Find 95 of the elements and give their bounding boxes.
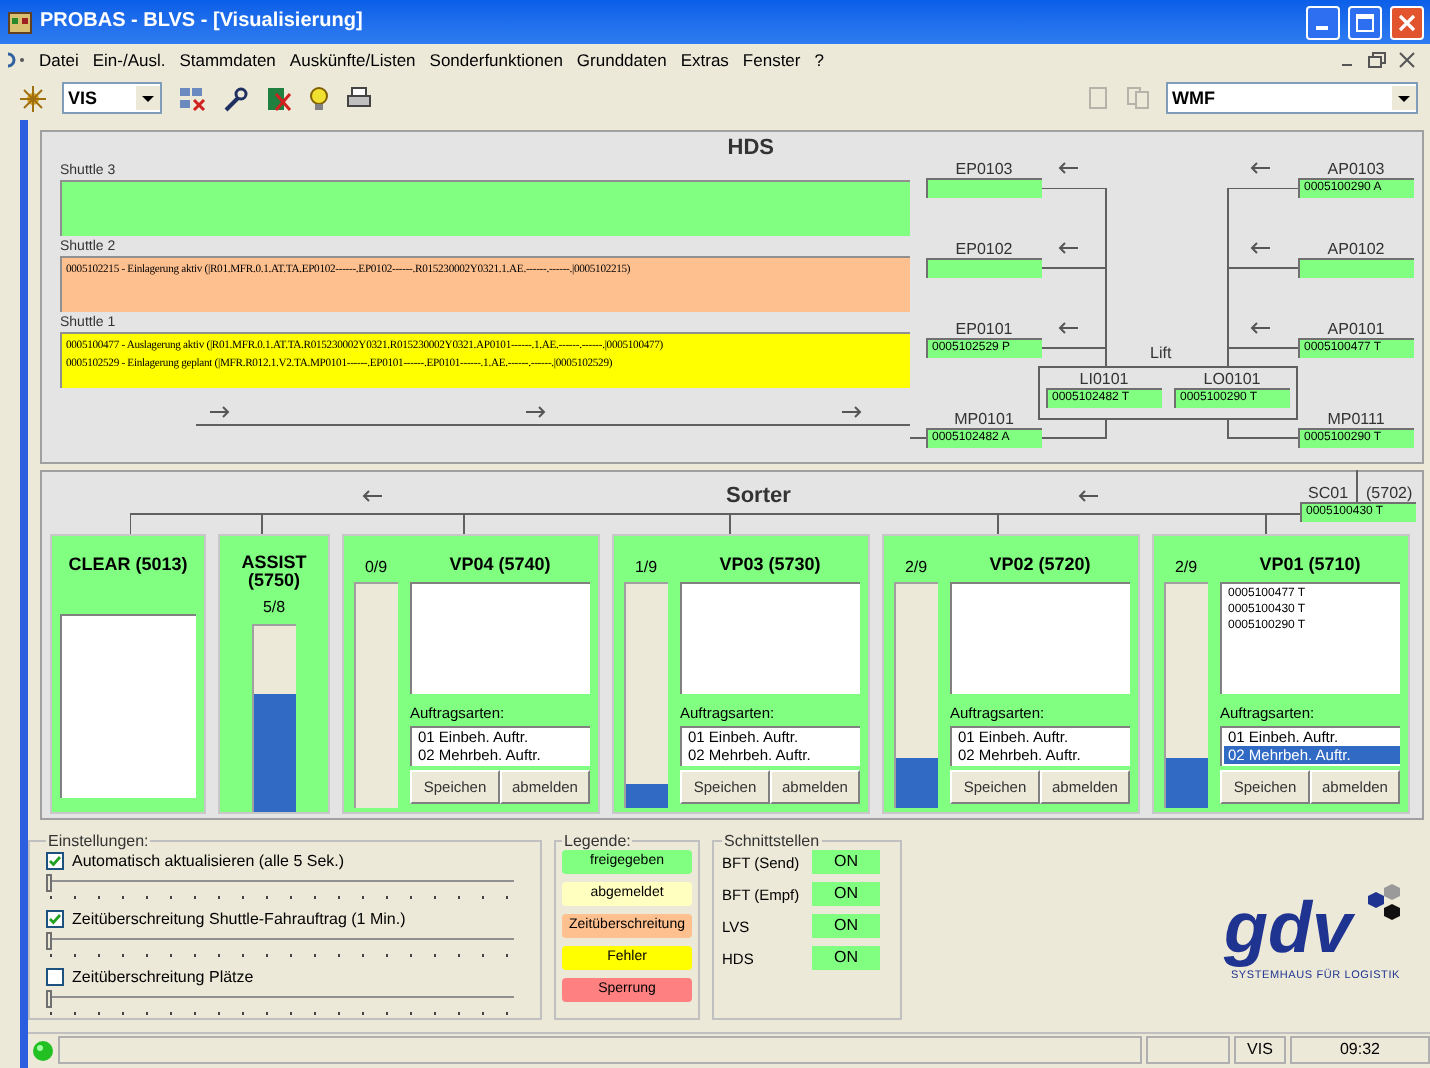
arrow-left-icon <box>1058 322 1078 334</box>
node-label: EP0102 <box>955 240 1013 258</box>
node-label: EP0101 <box>955 320 1013 338</box>
maximize-icon <box>1356 13 1374 31</box>
fill-count: 0/9 <box>364 558 388 576</box>
order-list[interactable] <box>680 582 860 694</box>
node-field <box>926 258 1042 278</box>
section-title: HDS <box>727 136 774 160</box>
node-label: SC01 <box>1306 484 1351 502</box>
station-title: CLEAR (5013) <box>68 554 188 574</box>
restore-icon[interactable] <box>1368 52 1386 68</box>
node-label: MP0111 <box>1327 410 1385 428</box>
maximize-button[interactable] <box>1348 5 1382 39</box>
slider-thumb[interactable] <box>46 874 52 892</box>
station-title: ASSIST (5750) <box>239 554 309 590</box>
lift-label: Lift <box>1150 344 1172 362</box>
menu-item[interactable]: Auskünfte/Listen <box>282 50 423 70</box>
node-label: EP0103 <box>955 160 1013 178</box>
fill-count: 2/9 <box>904 558 928 576</box>
wrench-icon[interactable] <box>222 85 248 111</box>
arrow-left-icon <box>362 489 382 501</box>
arrow-left-icon <box>1250 322 1270 334</box>
menu-item[interactable]: Ein-/Ausl. <box>85 50 173 70</box>
book-remove-icon[interactable] <box>264 85 292 111</box>
format-select[interactable]: WMF <box>1166 82 1418 114</box>
station-title: VP02 (5720) <box>987 554 1093 574</box>
arrow-left-icon <box>1058 242 1078 254</box>
node-field <box>1298 258 1414 278</box>
dropdown-icon <box>1392 86 1416 110</box>
view-select[interactable]: VIS <box>62 82 162 114</box>
station-title: VP01 (5710) <box>1257 554 1363 574</box>
order-list[interactable] <box>950 582 1130 694</box>
group-title: Schnittstellen <box>722 832 822 850</box>
menu-item[interactable]: Grunddaten <box>569 50 674 70</box>
list-remove-icon[interactable] <box>178 85 206 111</box>
fill-count: 1/9 <box>634 558 658 576</box>
slider-thumb[interactable] <box>46 990 52 1008</box>
logo-text: gdv <box>1223 888 1352 968</box>
window-title: PROBAS - BLVS - [Visualisierung] <box>40 10 363 34</box>
checkbox[interactable] <box>46 910 64 928</box>
node-label: MP0101 <box>954 410 1014 428</box>
checkbox-label[interactable]: Zeitüberschreitung Shuttle-Fahrauftrag (1 Min.) <box>72 910 406 928</box>
order-list[interactable] <box>410 582 590 694</box>
node-label: LI0101 <box>1079 370 1129 388</box>
close-button[interactable] <box>1390 5 1424 39</box>
arrow-left-icon <box>1058 162 1078 174</box>
minimize-icon <box>1315 25 1327 29</box>
arrow-right-icon <box>842 406 862 418</box>
fill-count: 5/8 <box>262 598 286 616</box>
node-label: AP0102 <box>1327 240 1385 258</box>
arrow-right-icon <box>210 406 230 418</box>
status-light-icon <box>32 1039 54 1061</box>
menu-item[interactable]: Datei <box>32 50 86 70</box>
status-field: 09:32 <box>1290 1036 1430 1064</box>
section-title: Sorter <box>726 483 791 507</box>
arrow-left-icon <box>1250 242 1270 254</box>
menu-item[interactable]: Fenster <box>735 50 808 70</box>
menu-item[interactable]: Stammdaten <box>172 50 283 70</box>
status-indicator: ON <box>812 850 880 874</box>
dropdown-icon <box>136 86 160 110</box>
status-indicator: ON <box>812 914 880 938</box>
node-label: AP0103 <box>1327 160 1385 178</box>
station-title: VP03 (5730) <box>717 554 823 574</box>
status-field: VIS <box>1234 1036 1286 1064</box>
node-label: AP0101 <box>1327 320 1385 338</box>
app-icon <box>8 11 32 33</box>
node-label: LO0101 <box>1203 370 1261 388</box>
slider-thumb[interactable] <box>46 932 52 950</box>
status-panel <box>1146 1036 1230 1064</box>
minimize-button[interactable] <box>1306 5 1340 39</box>
checkbox-label[interactable]: Automatisch aktualisieren (alle 5 Sek.) <box>72 852 345 870</box>
lightbulb-icon[interactable] <box>308 85 330 111</box>
menu-item[interactable]: Sonderfunktionen <box>422 50 570 70</box>
checkbox-label[interactable]: Zeitüberschreitung Plätze <box>72 968 254 986</box>
node-field <box>926 178 1042 198</box>
checkbox[interactable] <box>46 852 64 870</box>
fill-count: 2/9 <box>1174 558 1198 576</box>
connector-line <box>910 437 927 439</box>
menu-item[interactable]: ? <box>807 50 831 70</box>
arrow-right-icon <box>526 406 546 418</box>
status-indicator: ON <box>812 946 880 970</box>
close-icon <box>1398 13 1416 31</box>
arrow-left-icon <box>1078 489 1099 501</box>
checkbox[interactable] <box>46 968 64 986</box>
sparkle-icon[interactable] <box>20 85 46 111</box>
menu-item[interactable]: Extras <box>673 50 736 70</box>
status-indicator: ON <box>812 882 880 906</box>
group-title: Einstellungen: <box>46 832 151 850</box>
arrow-left-icon <box>1250 162 1270 174</box>
printer-icon[interactable] <box>346 86 372 110</box>
node-number: (5702) <box>1364 484 1413 502</box>
group-title: Legende: <box>562 832 633 850</box>
station-title: VP04 (5740) <box>447 554 553 574</box>
station-list[interactable] <box>60 614 196 798</box>
close-icon[interactable] <box>1398 52 1416 68</box>
